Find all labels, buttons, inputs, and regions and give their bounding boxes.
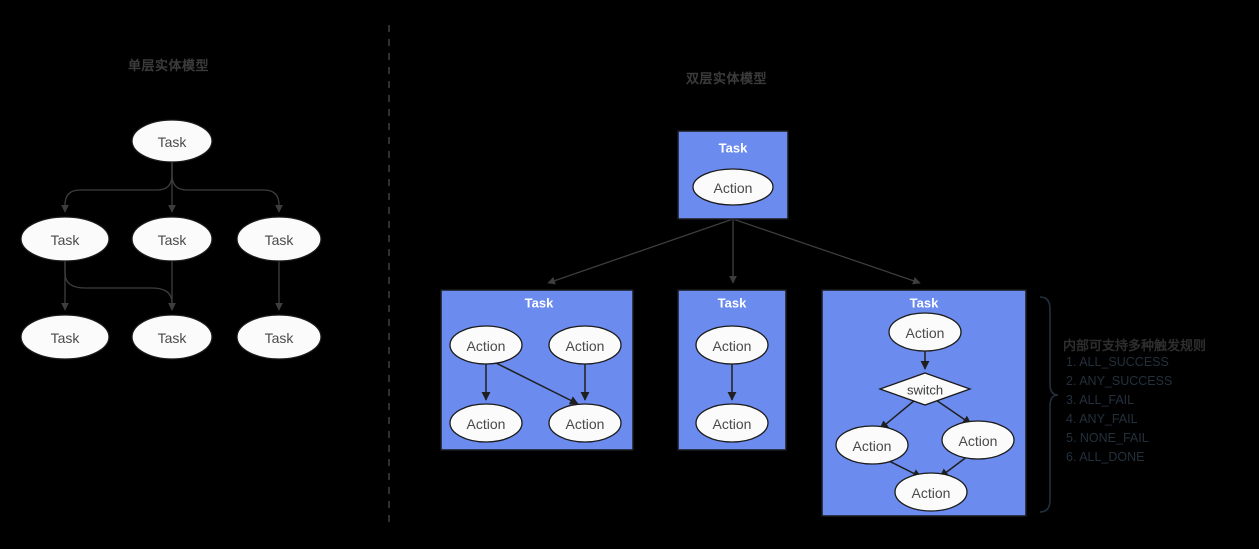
action-node[interactable]: Action [692, 168, 774, 206]
action-node-label: Action [713, 338, 752, 354]
edge-root-to-child1 [61, 162, 173, 213]
task-node-label: Task [158, 232, 188, 248]
edge-child1-to-leaf2 [64, 260, 176, 311]
action-node[interactable]: Action [449, 325, 523, 365]
task-node-label: Task [265, 330, 295, 346]
root-task-box[interactable]: Task Action [677, 130, 789, 220]
task-node-label: Task [265, 232, 295, 248]
action-node-label: Action [566, 416, 605, 432]
child-task-box-3[interactable]: Task Action switch Action Action Action [821, 289, 1027, 517]
action-node-label: Action [467, 338, 506, 354]
left-tree-nodes: Task Task Task Task Task Task Task [20, 119, 322, 360]
edge-roottask-to-task1 [547, 218, 734, 285]
action-node[interactable]: Action [548, 403, 622, 443]
task-node-l1[interactable]: Task [20, 216, 110, 262]
task-node-label: Task [158, 330, 188, 346]
task-node-label: Task [51, 232, 81, 248]
task-node-l4[interactable]: Task [20, 314, 110, 360]
action-node-label: Action [912, 485, 951, 501]
task-box-title: Task [719, 141, 748, 156]
task-node-label: Task [158, 134, 188, 150]
task-node-l2[interactable]: Task [131, 216, 213, 262]
annotation-brace [1039, 296, 1059, 513]
action-node-label: Action [566, 338, 605, 354]
task-box-title: Task [910, 296, 939, 311]
action-node-label: Action [906, 325, 945, 341]
action-node-label: Action [467, 416, 506, 432]
action-node[interactable]: Action [894, 472, 968, 512]
task-node-l6[interactable]: Task [236, 314, 322, 360]
switch-node-label: switch [907, 383, 943, 398]
task-node-root[interactable]: Task [131, 119, 213, 163]
action-node[interactable]: Action [695, 325, 769, 365]
action-node-label: Action [853, 438, 892, 454]
edge-roottask-to-task3 [732, 218, 921, 285]
task-node-label: Task [51, 330, 81, 346]
action-node-label: Action [713, 416, 752, 432]
action-node[interactable]: Action [548, 325, 622, 365]
child-task-box-1[interactable]: Task Action Action Action Action [440, 289, 634, 451]
task-node-l3[interactable]: Task [236, 216, 322, 262]
action-node[interactable]: Action [449, 403, 523, 443]
right-tree-edges [547, 218, 921, 285]
action-node-label: Action [959, 433, 998, 449]
action-node[interactable]: Action [695, 403, 769, 443]
edge-root-to-child3 [171, 162, 283, 213]
action-node[interactable]: Action [941, 420, 1015, 460]
task-node-l5[interactable]: Task [131, 314, 213, 360]
task-box-title: Task [525, 296, 554, 311]
action-node-label: Action [714, 180, 753, 196]
action-node[interactable]: Action [888, 312, 962, 352]
diagram-canvas: 单层实体模型 双层实体模型 内部可支持多种触发规则 1. ALL_SUCCESS… [0, 0, 1259, 549]
action-node[interactable]: Action [835, 425, 909, 465]
child-task-box-2[interactable]: Task Action Action [677, 289, 787, 451]
task-box-title: Task [718, 296, 747, 311]
